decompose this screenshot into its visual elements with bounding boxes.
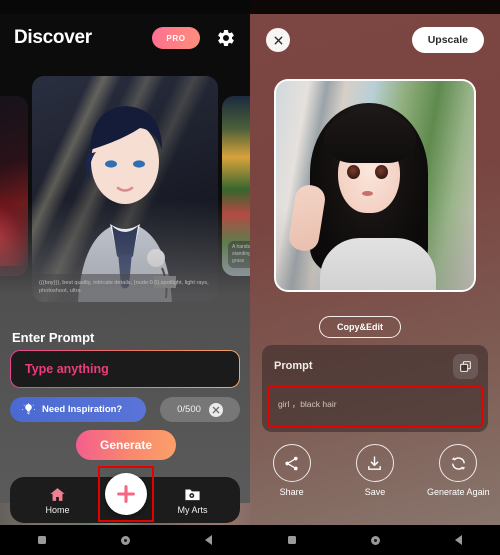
carousel-card-previous[interactable] — [0, 96, 28, 276]
result-image — [276, 81, 474, 290]
download-icon — [368, 455, 382, 470]
result-screen: Upscale Copy&Edit Prompt girl ，black hai… — [250, 0, 500, 555]
save-label: Save — [364, 487, 386, 497]
artwork-caption: (((boy))), best quality, intricate detai… — [32, 274, 218, 302]
nav-label-my-arts: My Arts — [177, 504, 208, 515]
share-action[interactable]: Share — [256, 444, 328, 498]
home-icon — [50, 487, 65, 501]
carousel-card-active[interactable]: (((boy))), best quality, intricate detai… — [32, 76, 218, 302]
circle-icon[interactable] — [120, 535, 130, 545]
result-image-frame[interactable] — [274, 79, 476, 292]
close-icon — [274, 36, 282, 44]
prompt-card-label: Prompt — [274, 360, 313, 372]
system-nav-left — [0, 525, 250, 555]
pro-badge[interactable]: PRO — [152, 27, 200, 49]
generate-again-button[interactable] — [439, 444, 478, 482]
nav-item-home[interactable]: Home — [10, 486, 105, 515]
app-root: Discover PRO A handsome man standing in … — [0, 0, 500, 555]
clear-prompt-button[interactable] — [208, 402, 223, 417]
need-inspiration-button[interactable]: Need Inspiration? — [10, 397, 146, 422]
circle-icon[interactable] — [370, 535, 380, 545]
back-chevron-icon[interactable] — [455, 535, 463, 545]
plus-icon — [117, 485, 135, 503]
generate-again-action[interactable]: Generate Again — [422, 444, 494, 498]
carousel-card-next[interactable]: A handsome man standing in a field of gr… — [222, 96, 250, 276]
close-icon — [212, 406, 220, 413]
prompt-card: Prompt girl ，black hair — [262, 345, 488, 432]
settings-button[interactable] — [216, 28, 236, 48]
page-title: Discover — [14, 27, 92, 48]
discover-header: Discover PRO — [0, 14, 250, 62]
mouth-shape — [362, 191, 373, 196]
status-bar-right — [250, 0, 500, 14]
eye-left — [347, 165, 360, 179]
generate-again-label: Generate Again — [427, 487, 490, 497]
prompt-input-placeholder: Type anything — [25, 362, 109, 376]
character-count-value: 0/500 — [177, 404, 201, 415]
discover-screen: Discover PRO A handsome man standing in … — [0, 0, 250, 555]
lightbulb-icon — [22, 403, 35, 415]
discover-carousel[interactable]: A handsome man standing in a field of gr… — [0, 66, 250, 306]
nav-label-home: Home — [45, 504, 70, 515]
prompt-value-annotation-box[interactable]: girl ，black hair — [267, 386, 483, 427]
artwork-image — [32, 76, 218, 302]
need-inspiration-label: Need Inspiration? — [42, 404, 123, 415]
enter-prompt-label: Enter Prompt — [12, 330, 95, 345]
result-header: Upscale — [250, 20, 500, 60]
eye-right — [375, 165, 388, 179]
gear-icon — [218, 29, 234, 47]
result-action-row: Share Save Generate Again — [250, 438, 500, 522]
share-button[interactable] — [272, 444, 311, 482]
nav-item-my-arts[interactable]: My Arts — [145, 486, 240, 515]
bangs-shape — [324, 111, 416, 163]
save-button[interactable] — [355, 444, 394, 482]
square-icon[interactable] — [287, 536, 296, 544]
share-label: Share — [279, 487, 304, 497]
upscale-button[interactable]: Upscale — [411, 27, 484, 53]
generate-button[interactable]: Generate — [76, 430, 176, 460]
character-counter: 0/500 — [160, 397, 240, 422]
copy-prompt-button[interactable] — [453, 353, 478, 379]
body-shape — [320, 238, 436, 290]
prompt-value-text: girl ，black hair — [278, 399, 337, 409]
share-icon — [285, 456, 298, 470]
close-button[interactable] — [266, 28, 290, 52]
square-icon[interactable] — [37, 536, 46, 544]
folder-arts-icon — [185, 489, 200, 500]
system-nav-right — [250, 525, 500, 555]
back-chevron-icon[interactable] — [205, 535, 213, 545]
prompt-input[interactable]: Type anything — [10, 350, 240, 388]
artwork-illustration — [78, 106, 176, 302]
save-action[interactable]: Save — [339, 444, 411, 498]
carousel-next-caption: A handsome man standing in a field of gr… — [228, 241, 250, 268]
prompt-card-header: Prompt — [274, 353, 478, 379]
create-fab-button[interactable] — [105, 473, 147, 515]
copy-and-edit-button[interactable]: Copy&Edit — [319, 316, 401, 338]
copy-icon — [460, 360, 471, 372]
status-bar-left — [0, 0, 250, 14]
refresh-icon — [451, 456, 466, 470]
